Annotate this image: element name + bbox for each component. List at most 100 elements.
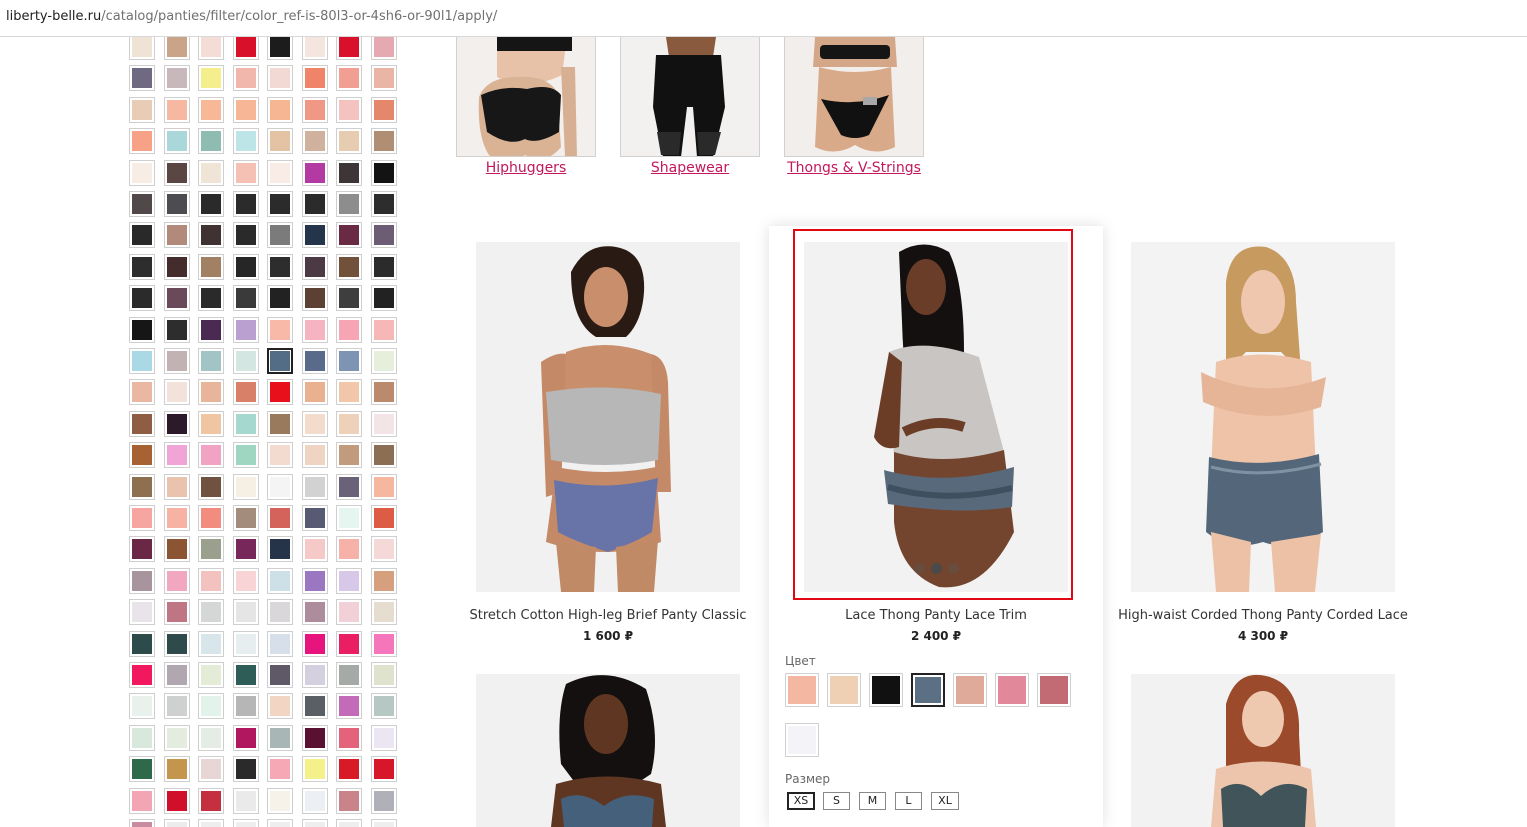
color-filter-swatch[interactable] [233, 348, 259, 374]
color-filter-swatch[interactable] [267, 474, 293, 500]
color-filter-swatch[interactable] [129, 693, 155, 719]
color-filter-swatch[interactable] [267, 411, 293, 437]
color-filter-swatch[interactable] [302, 788, 328, 814]
color-filter-swatch[interactable] [233, 756, 259, 782]
color-filter-swatch[interactable] [267, 97, 293, 123]
color-filter-swatch[interactable] [267, 379, 293, 405]
color-filter-swatch[interactable] [233, 411, 259, 437]
color-filter-swatch[interactable] [267, 568, 293, 594]
color-filter-swatch[interactable] [233, 819, 259, 827]
color-filter-swatch[interactable] [164, 631, 190, 657]
color-filter-swatch[interactable] [198, 191, 224, 217]
color-filter-swatch[interactable] [267, 819, 293, 827]
color-option-rose[interactable] [1037, 673, 1071, 707]
color-filter-swatch[interactable] [198, 379, 224, 405]
color-filter-swatch[interactable] [129, 819, 155, 827]
color-filter-swatch[interactable] [371, 191, 397, 217]
color-filter-swatch[interactable] [371, 568, 397, 594]
color-filter-swatch[interactable] [267, 348, 293, 374]
color-filter-swatch[interactable] [233, 317, 259, 343]
color-filter-swatch[interactable] [198, 693, 224, 719]
color-filter-swatch[interactable] [198, 160, 224, 186]
color-filter-swatch[interactable] [164, 285, 190, 311]
color-filter-swatch[interactable] [336, 819, 362, 827]
color-filter-swatch[interactable] [129, 222, 155, 248]
color-option-nude[interactable] [827, 673, 861, 707]
color-filter-swatch[interactable] [233, 128, 259, 154]
color-filter-swatch[interactable] [336, 788, 362, 814]
color-filter-swatch[interactable] [129, 317, 155, 343]
color-filter-swatch[interactable] [233, 788, 259, 814]
color-filter-swatch[interactable] [129, 411, 155, 437]
color-filter-swatch[interactable] [371, 37, 397, 60]
size-option-s[interactable]: S [823, 792, 850, 810]
color-filter-swatch[interactable] [198, 317, 224, 343]
product-card[interactable]: Stretch Cotton High-leg Brief Panty Clas… [441, 230, 775, 650]
color-filter-swatch[interactable] [302, 505, 328, 531]
color-filter-swatch[interactable] [164, 599, 190, 625]
color-filter-swatch[interactable] [198, 222, 224, 248]
product-card[interactable] [1096, 662, 1430, 827]
color-filter-swatch[interactable] [371, 379, 397, 405]
color-filter-swatch[interactable] [164, 442, 190, 468]
category-shapewear-image[interactable] [620, 37, 760, 157]
color-filter-swatch[interactable] [233, 725, 259, 751]
color-filter-swatch[interactable] [371, 160, 397, 186]
color-filter-swatch[interactable] [267, 317, 293, 343]
color-filter-swatch[interactable] [371, 536, 397, 562]
color-filter-swatch[interactable] [371, 725, 397, 751]
color-filter-swatch[interactable] [233, 536, 259, 562]
address-bar[interactable]: liberty-belle.ru/catalog/panties/filter/… [0, 0, 1527, 37]
color-filter-swatch[interactable] [233, 442, 259, 468]
color-filter-swatch[interactable] [371, 693, 397, 719]
size-option-xl[interactable]: XL [931, 792, 959, 810]
color-filter-swatch[interactable] [233, 693, 259, 719]
product-card[interactable]: High-waist Corded Thong Panty Corded Lac… [1096, 230, 1430, 650]
color-filter-swatch[interactable] [233, 379, 259, 405]
color-filter-swatch[interactable] [371, 317, 397, 343]
color-filter-swatch[interactable] [129, 97, 155, 123]
color-filter-swatch[interactable] [302, 348, 328, 374]
color-filter-swatch[interactable] [336, 756, 362, 782]
category-hiphuggers-link[interactable]: Hiphuggers [456, 160, 596, 176]
color-filter-swatch[interactable] [198, 254, 224, 280]
color-filter-swatch[interactable] [267, 254, 293, 280]
color-filter-swatch[interactable] [164, 128, 190, 154]
color-filter-swatch[interactable] [302, 285, 328, 311]
color-filter-swatch[interactable] [233, 505, 259, 531]
color-filter-swatch[interactable] [302, 599, 328, 625]
color-filter-swatch[interactable] [164, 662, 190, 688]
color-filter-swatch[interactable] [336, 65, 362, 91]
color-filter-swatch[interactable] [198, 348, 224, 374]
color-filter-swatch[interactable] [198, 128, 224, 154]
color-filter-swatch[interactable] [336, 662, 362, 688]
color-filter-swatch[interactable] [267, 505, 293, 531]
color-filter-swatch[interactable] [336, 222, 362, 248]
color-filter-swatch[interactable] [302, 37, 328, 60]
color-filter-swatch[interactable] [371, 97, 397, 123]
color-filter-swatch[interactable] [233, 474, 259, 500]
color-filter-swatch[interactable] [371, 474, 397, 500]
color-filter-swatch[interactable] [164, 725, 190, 751]
color-filter-swatch[interactable] [302, 725, 328, 751]
color-filter-swatch[interactable] [371, 788, 397, 814]
category-thongs-image[interactable] [784, 37, 924, 157]
color-filter-swatch[interactable] [336, 317, 362, 343]
color-filter-swatch[interactable] [129, 37, 155, 60]
color-filter-swatch[interactable] [302, 568, 328, 594]
color-filter-swatch[interactable] [336, 254, 362, 280]
category-hiphuggers[interactable]: Hiphuggers [456, 37, 596, 176]
color-filter-swatch[interactable] [267, 631, 293, 657]
color-filter-swatch[interactable] [198, 442, 224, 468]
color-filter-swatch[interactable] [336, 160, 362, 186]
color-filter-swatch[interactable] [302, 254, 328, 280]
color-filter-swatch[interactable] [129, 725, 155, 751]
color-filter-swatch[interactable] [129, 348, 155, 374]
category-thongs-link[interactable]: Thongs & V-Strings [784, 160, 924, 176]
color-filter-swatch[interactable] [371, 662, 397, 688]
color-filter-swatch[interactable] [233, 568, 259, 594]
color-filter-swatch[interactable] [164, 505, 190, 531]
color-filter-swatch[interactable] [336, 191, 362, 217]
color-filter-swatch[interactable] [371, 442, 397, 468]
product-name[interactable]: Lace Thong Panty Lace Trim [769, 608, 1103, 623]
